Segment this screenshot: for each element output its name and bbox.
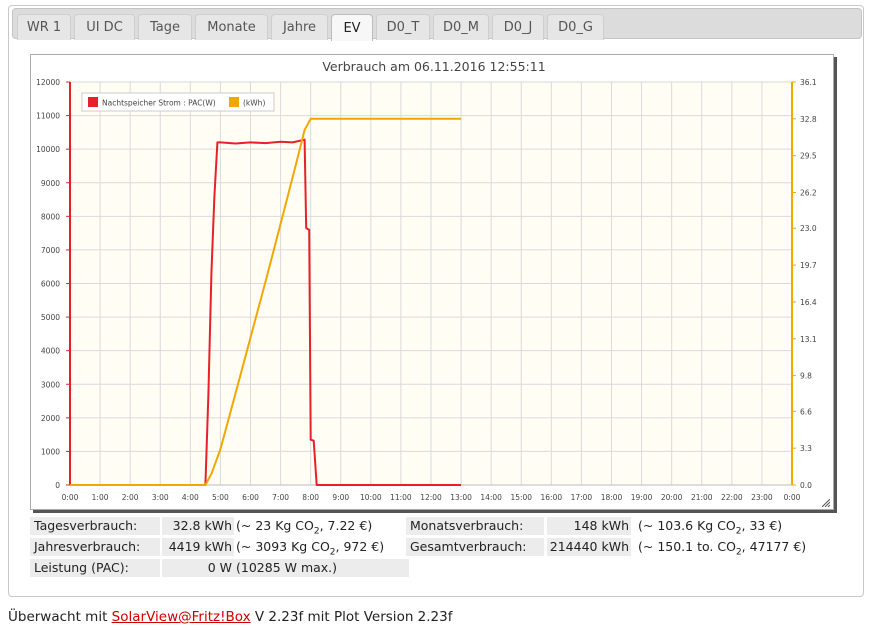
gesamt-value: 214440 kWh — [547, 538, 631, 556]
x-tick-label: 18:00 — [601, 493, 623, 502]
chart-title: Verbrauch am 06.11.2016 12:55:11 — [322, 59, 545, 74]
consumption-chart: Verbrauch am 06.11.2016 12:55:11 0:00 1:0… — [36, 59, 817, 502]
gesamt-extra: (~ 150.1 to. CO2, 47177 €) — [638, 539, 807, 558]
jahres-value: 4419 kWh — [162, 538, 234, 556]
x-tick-label: 15:00 — [510, 493, 532, 502]
jahres-extra: (~ 3093 Kg CO2, 972 €) — [236, 539, 385, 558]
stats-row-1: Tagesverbrauch: 32.8 kWh (~ 23 Kg CO2, 7… — [30, 517, 836, 537]
legend-swatch-pac — [88, 97, 98, 107]
solarview-link[interactable]: SolarView@Fritz!Box — [112, 609, 251, 625]
tab-jahre[interactable]: Jahre — [271, 14, 328, 40]
footer-prefix: Überwacht mit — [8, 609, 112, 625]
tages-value: 32.8 kWh — [162, 517, 234, 535]
x-tick-label: 0:00 — [62, 493, 79, 502]
leistung-label: Leistung (PAC): — [30, 559, 160, 577]
y-right-tick-label: 3.3 — [800, 444, 812, 453]
monats-extra: (~ 103.6 Kg CO2, 33 €) — [638, 518, 783, 537]
leistung-value: 0 W — [162, 559, 234, 577]
x-tick-label: 10:00 — [360, 493, 382, 502]
y-left-tick-label: 10000 — [36, 145, 60, 154]
y-right-tick-label: 6.6 — [800, 407, 812, 416]
x-tick-label: 14:00 — [480, 493, 502, 502]
monats-value: 148 kWh — [547, 517, 631, 535]
y-left-tick-label: 6000 — [41, 280, 60, 289]
y-right-tick-label: 23.0 — [800, 224, 817, 233]
y-left-tick-label: 0 — [55, 481, 60, 490]
x-tick-label: 11:00 — [390, 493, 412, 502]
y-right-tick-label: 29.5 — [800, 152, 817, 161]
tages-extra: (~ 23 Kg CO2, 7.22 €) — [236, 518, 373, 537]
x-tick-label: 9:00 — [332, 493, 349, 502]
y-right-tick-label: 9.8 — [800, 372, 812, 381]
y-left-tick-label: 8000 — [41, 212, 60, 221]
footer: Überwacht mit SolarView@Fritz!Box V 2.23… — [8, 609, 452, 625]
y-left-tick-label: 9000 — [41, 179, 60, 188]
y-right-tick-label: 13.1 — [800, 335, 817, 344]
x-tick-label: 5:00 — [212, 493, 229, 502]
chart-legend: Nachtspeicher Strom : PAC(W) (kWh) — [81, 92, 275, 112]
stats-row-3: Leistung (PAC): 0 W (10285 W max.) — [30, 559, 836, 577]
tab-ui-dc[interactable]: UI DC — [74, 14, 135, 40]
tages-label: Tagesverbrauch: — [30, 517, 160, 535]
tab-ev[interactable]: EV — [331, 14, 373, 41]
x-tick-label: 23:00 — [751, 493, 773, 502]
y-left-tick-label: 11000 — [36, 112, 60, 121]
tab-d0-j[interactable]: D0_J — [492, 14, 544, 40]
legend-label-kwh: (kWh) — [243, 99, 265, 108]
x-tick-label: 22:00 — [721, 493, 743, 502]
x-tick-label: 17:00 — [571, 493, 593, 502]
y-right-tick-label: 19.7 — [800, 261, 817, 270]
y-left-tick-label: 3000 — [41, 380, 60, 389]
x-tick-label: 0:00 — [784, 493, 801, 502]
x-tick-label: 19:00 — [631, 493, 653, 502]
x-tick-label: 6:00 — [242, 493, 259, 502]
gesamt-label: Gesamtverbrauch: — [406, 538, 544, 556]
tab-monate[interactable]: Monate — [195, 14, 268, 40]
footer-suffix: V 2.23f mit Plot Version 2.23f — [250, 609, 453, 625]
resize-grip-icon[interactable] — [822, 499, 830, 507]
tab-d0-t[interactable]: D0_T — [376, 14, 430, 40]
y-left-tick-label: 1000 — [41, 447, 60, 456]
tab-tage[interactable]: Tage — [138, 14, 192, 40]
tab-wr1[interactable]: WR 1 — [17, 14, 71, 40]
tab-bar: WR 1 UI DC Tage Monate Jahre EV D0_T D0_… — [12, 8, 862, 41]
y-left-tick-label: 7000 — [41, 246, 60, 255]
tab-d0-m[interactable]: D0_M — [433, 14, 489, 40]
x-tick-label: 1:00 — [92, 493, 109, 502]
legend-label-pac: Nachtspeicher Strom : PAC(W) — [102, 99, 216, 108]
x-tick-label: 12:00 — [420, 493, 442, 502]
y-right-tick-label: 36.1 — [800, 78, 817, 87]
x-tick-label: 3:00 — [152, 493, 169, 502]
x-tick-label: 16:00 — [541, 493, 563, 502]
x-tick-label: 4:00 — [182, 493, 199, 502]
x-tick-label: 8:00 — [302, 493, 319, 502]
y-left-tick-label: 12000 — [36, 78, 60, 87]
x-tick-label: 21:00 — [691, 493, 713, 502]
x-tick-label: 2:00 — [122, 493, 139, 502]
x-tick-label: 7:00 — [272, 493, 289, 502]
leistung-extra: (10285 W max.) — [234, 559, 409, 577]
stats-row-2: Jahresverbrauch: 4419 kWh (~ 3093 Kg CO2… — [30, 538, 836, 558]
y-left-tick-label: 2000 — [41, 414, 60, 423]
x-tick-label: 13:00 — [450, 493, 472, 502]
y-left-tick-label: 4000 — [41, 347, 60, 356]
y-right-tick-label: 26.2 — [800, 189, 817, 198]
tab-d0-g[interactable]: D0_G — [547, 14, 604, 40]
monats-label: Monatsverbrauch: — [406, 517, 544, 535]
y-right-tick-label: 0.0 — [800, 481, 812, 490]
y-left-tick-label: 5000 — [41, 313, 60, 322]
x-tick-label: 20:00 — [661, 493, 683, 502]
y-right-tick-label: 32.8 — [800, 115, 817, 124]
y-right-tick-label: 16.4 — [800, 298, 817, 307]
jahres-label: Jahresverbrauch: — [30, 538, 160, 556]
legend-swatch-kwh — [229, 97, 239, 107]
